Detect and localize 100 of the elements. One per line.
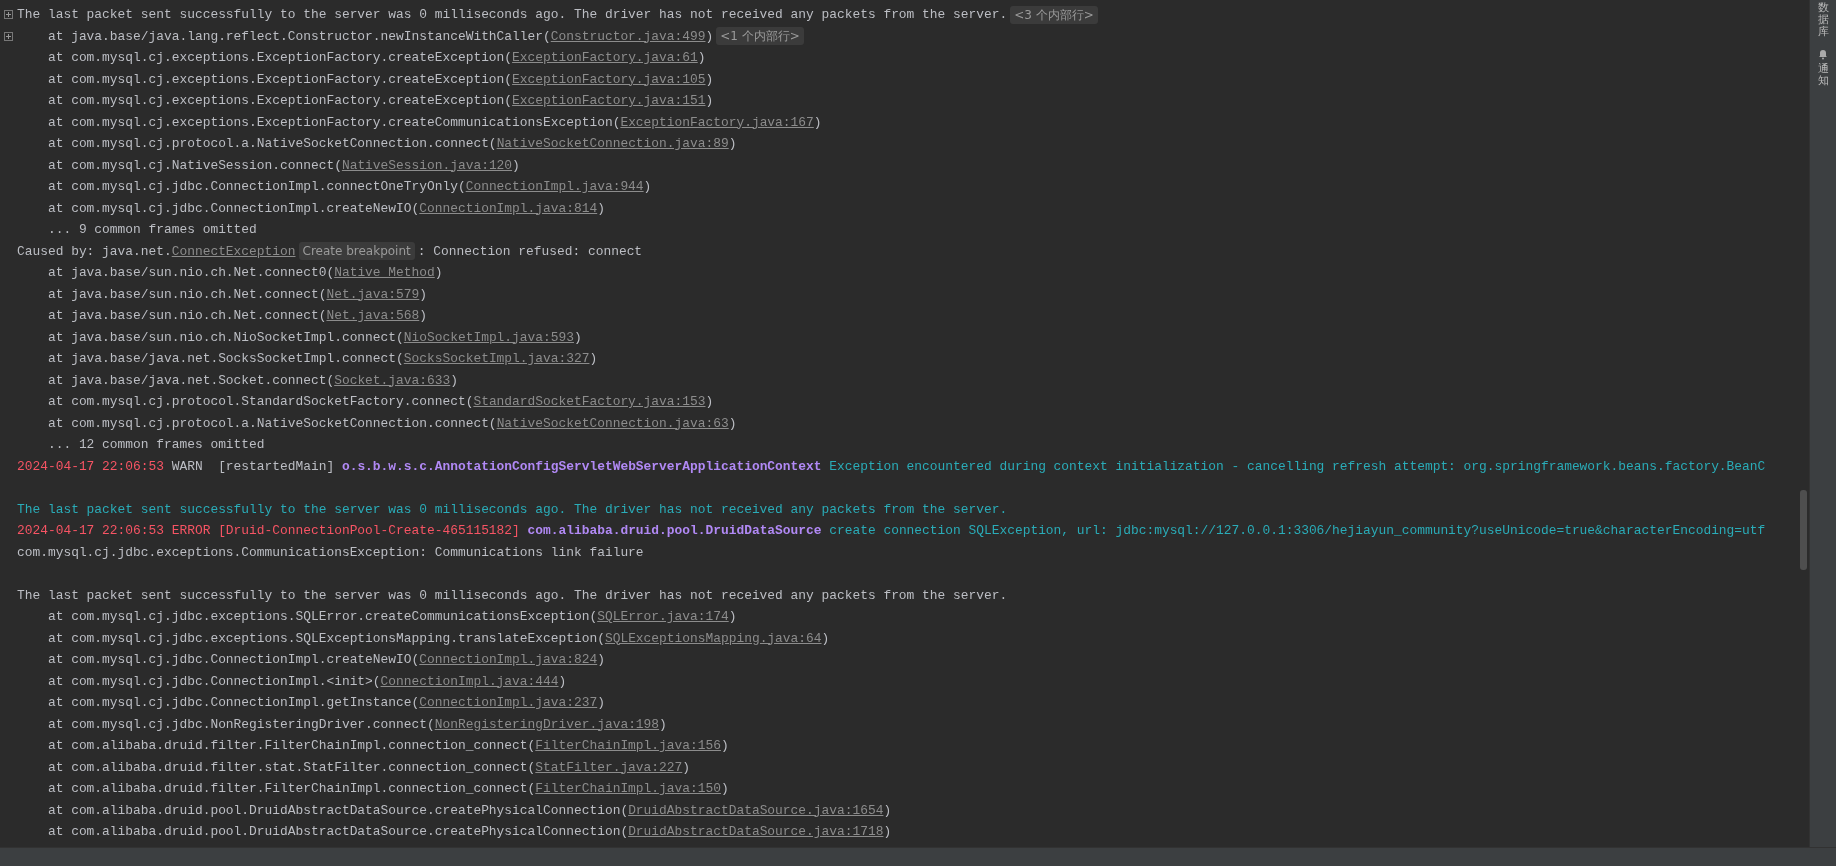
source-link[interactable]: SQLError.java:174 (597, 606, 729, 628)
log-text: at java.base/java.net.SocksSocketImpl.connect( (46, 350, 404, 368)
log-text: ) (574, 328, 582, 347)
source-link[interactable]: DruidAbstractDataSource.java:1654 (628, 799, 884, 821)
source-link[interactable]: Socket.java:633 (334, 369, 451, 391)
source-link[interactable]: NonRegisteringDriver.java:198 (434, 713, 660, 735)
log-text: at com.mysql.cj.jdbc.ConnectionImpl.connectOneTryOnly( (46, 178, 466, 196)
log-message: Exception encountered during context initialization - cancelling refresh attempt: org.springframework.beans.factory.BeanC (828, 457, 1766, 476)
log-text: at java.base/java.lang.reflect.Constructor.newInstanceWithCaller( (46, 27, 551, 46)
log-text: ... 9 common frames omitted (46, 221, 257, 239)
log-text: ) (682, 758, 691, 777)
source-link[interactable]: Net.java:579 (326, 283, 420, 305)
source-link[interactable]: StandardSocketFactory.java:153 (473, 391, 706, 413)
source-link[interactable]: Net.java:568 (326, 305, 420, 327)
log-message: The last packet sent successfully to the server was 0 milliseconds ago. The driver has not received any packets from the server. (17, 500, 1008, 519)
log-text: at com.mysql.cj.jdbc.NonRegisteringDriver.connect( (46, 715, 435, 734)
source-link[interactable]: ConnectionImpl.java:944 (465, 176, 644, 198)
log-text: ) (419, 285, 427, 304)
log-text: ) (512, 156, 520, 175)
log-text: at com.mysql.cj.protocol.a.NativeSocketConnection.connect( (46, 135, 497, 153)
source-link[interactable]: FilterChainImpl.java:150 (535, 778, 721, 800)
source-link[interactable]: ExceptionFactory.java:61 (512, 47, 698, 69)
logger-name: o.s.b.w.s.c.AnnotationConfigServletWebServerApplicationContext (341, 457, 822, 476)
log-text: ) (450, 371, 458, 390)
source-link[interactable]: SocksSocketImpl.java:327 (403, 348, 590, 370)
source-link[interactable]: NativeSession.java:120 (341, 154, 513, 176)
log-text: ) (705, 27, 714, 46)
tool-window-tab[interactable]: 通知 (1817, 63, 1829, 88)
source-link[interactable]: NioSocketImpl.java:593 (403, 326, 574, 348)
source-link[interactable]: ExceptionFactory.java:151 (512, 90, 706, 112)
source-link[interactable]: ConnectException (171, 240, 296, 262)
source-link[interactable]: ExceptionFactory.java:167 (620, 111, 814, 133)
log-text: ) (419, 307, 427, 325)
expand-icon[interactable] (4, 31, 13, 41)
inline-hint[interactable]: <1 个内部行> (716, 27, 804, 46)
source-link[interactable]: ConnectionImpl.java:814 (419, 197, 598, 219)
log-text: at com.mysql.cj.jdbc.ConnectionImpl.createNewIO( (46, 651, 420, 669)
scrollbar-thumb[interactable] (1800, 490, 1807, 570)
log-text: ) (720, 780, 729, 798)
source-link[interactable]: ExceptionFactory.java:105 (512, 68, 706, 90)
source-link[interactable]: SQLExceptionsMapping.java:64 (604, 627, 822, 649)
log-text: : Connection refused: connect (417, 242, 643, 261)
log-text: ) (643, 178, 652, 196)
log-text: at com.mysql.cj.jdbc.ConnectionImpl.<init>( (46, 672, 381, 691)
bell-icon[interactable] (1817, 48, 1829, 61)
log-text: at com.mysql.cj.jdbc.exceptions.SQLError.createCommunicationsException( (46, 608, 598, 626)
source-link[interactable]: ConnectionImpl.java:237 (419, 692, 598, 714)
log-text: at com.alibaba.druid.pool.DruidAbstractDataSource.createPhysicalConnection( (46, 801, 629, 820)
log-text: ) (659, 715, 667, 734)
log-text: The last packet sent successfully to the server was 0 milliseconds ago. The driver has not received any packets from the server. (17, 6, 1008, 24)
source-link[interactable]: ConnectionImpl.java:444 (380, 670, 559, 692)
log-text: ) (705, 92, 714, 110)
log-text: at com.alibaba.druid.filter.FilterChainImpl.connection_connect( (46, 737, 536, 755)
source-link[interactable]: Constructor.java:499 (550, 25, 706, 47)
logger-name: com.alibaba.druid.pool.DruidDataSource (526, 522, 822, 540)
source-link[interactable]: ConnectionImpl.java:824 (419, 649, 598, 671)
log-text: ) (558, 672, 567, 691)
log-text: at java.base/sun.nio.ch.Net.connect0( (46, 264, 335, 282)
log-text: ) (813, 113, 822, 132)
log-text: at java.base/sun.nio.ch.Net.connect( (46, 307, 327, 325)
log-error-prefix: 2024-04-17 22:06:53 ERROR [Druid-ConnectionPool-Create-465115182] (17, 522, 520, 540)
inline-hint[interactable]: Create breakpoint (298, 242, 415, 261)
log-text: at java.base/java.net.Socket.connect( (46, 371, 335, 390)
log-text: ) (697, 49, 706, 67)
log-text: ) (597, 199, 605, 218)
source-link[interactable]: StatFilter.java:227 (535, 756, 683, 778)
log-text: at com.mysql.cj.exceptions.ExceptionFactory.createException( (46, 92, 513, 110)
log-text: ) (720, 737, 729, 755)
log-text: at java.base/sun.nio.ch.Net.connect( (46, 285, 327, 304)
log-text: ) (597, 694, 605, 712)
source-link[interactable]: DruidAbstractDataSource.java:1718 (628, 821, 884, 843)
log-text: ) (728, 414, 737, 433)
log-text: at com.alibaba.druid.filter.FilterChainImpl.connection_connect( (46, 780, 536, 798)
log-text: at com.mysql.cj.exceptions.ExceptionFactory.createException( (46, 70, 513, 89)
log-text: at com.mysql.cj.protocol.a.NativeSocketConnection.connect( (46, 414, 497, 433)
log-text: at com.mysql.cj.jdbc.ConnectionImpl.createNewIO( (46, 199, 420, 218)
log-text: ) (597, 651, 605, 669)
log-text: The last packet sent successfully to the server was 0 milliseconds ago. The driver has not received any packets from the server. (17, 586, 1008, 605)
log-text: at com.mysql.cj.jdbc.exceptions.SQLExceptionsMapping.translateException( (46, 629, 605, 648)
log-text: ... 12 common frames omitted (46, 436, 265, 454)
log-text: ) (821, 629, 830, 648)
log-text: at com.mysql.cj.protocol.StandardSocketFactory.connect( (46, 393, 474, 411)
tool-window-tab[interactable]: 数据库 (1817, 2, 1829, 39)
log-error-prefix: 2024-04-17 22:06:53 (17, 457, 164, 476)
source-link[interactable]: Native Method (334, 262, 435, 284)
log-text: ) (728, 135, 737, 153)
expand-icon[interactable] (4, 10, 13, 20)
log-text: at com.mysql.cj.jdbc.ConnectionImpl.getInstance( (46, 694, 420, 712)
source-link[interactable]: NativeSocketConnection.java:89 (496, 133, 729, 155)
log-text: ) (883, 801, 892, 820)
log-text: at com.alibaba.druid.filter.stat.StatFilter.connection_connect( (46, 758, 536, 777)
log-text: ) (883, 823, 892, 841)
log-text: ) (705, 393, 714, 411)
source-link[interactable]: NativeSocketConnection.java:63 (496, 412, 729, 434)
log-text: at com.mysql.cj.exceptions.ExceptionFactory.createCommunicationsException( (46, 113, 621, 132)
inline-hint[interactable]: <3 个内部行> (1010, 5, 1098, 24)
log-text: WARN [restartedMain] (170, 457, 336, 476)
source-link[interactable]: FilterChainImpl.java:156 (535, 735, 721, 757)
log-message: create connection SQLException, url: jdbc:mysql://127.0.0.1:3306/hejiayun_community?useUnicode=true&characterEncoding=utf (828, 522, 1766, 540)
log-text: at com.mysql.cj.exceptions.ExceptionFactory.createException( (46, 49, 513, 67)
